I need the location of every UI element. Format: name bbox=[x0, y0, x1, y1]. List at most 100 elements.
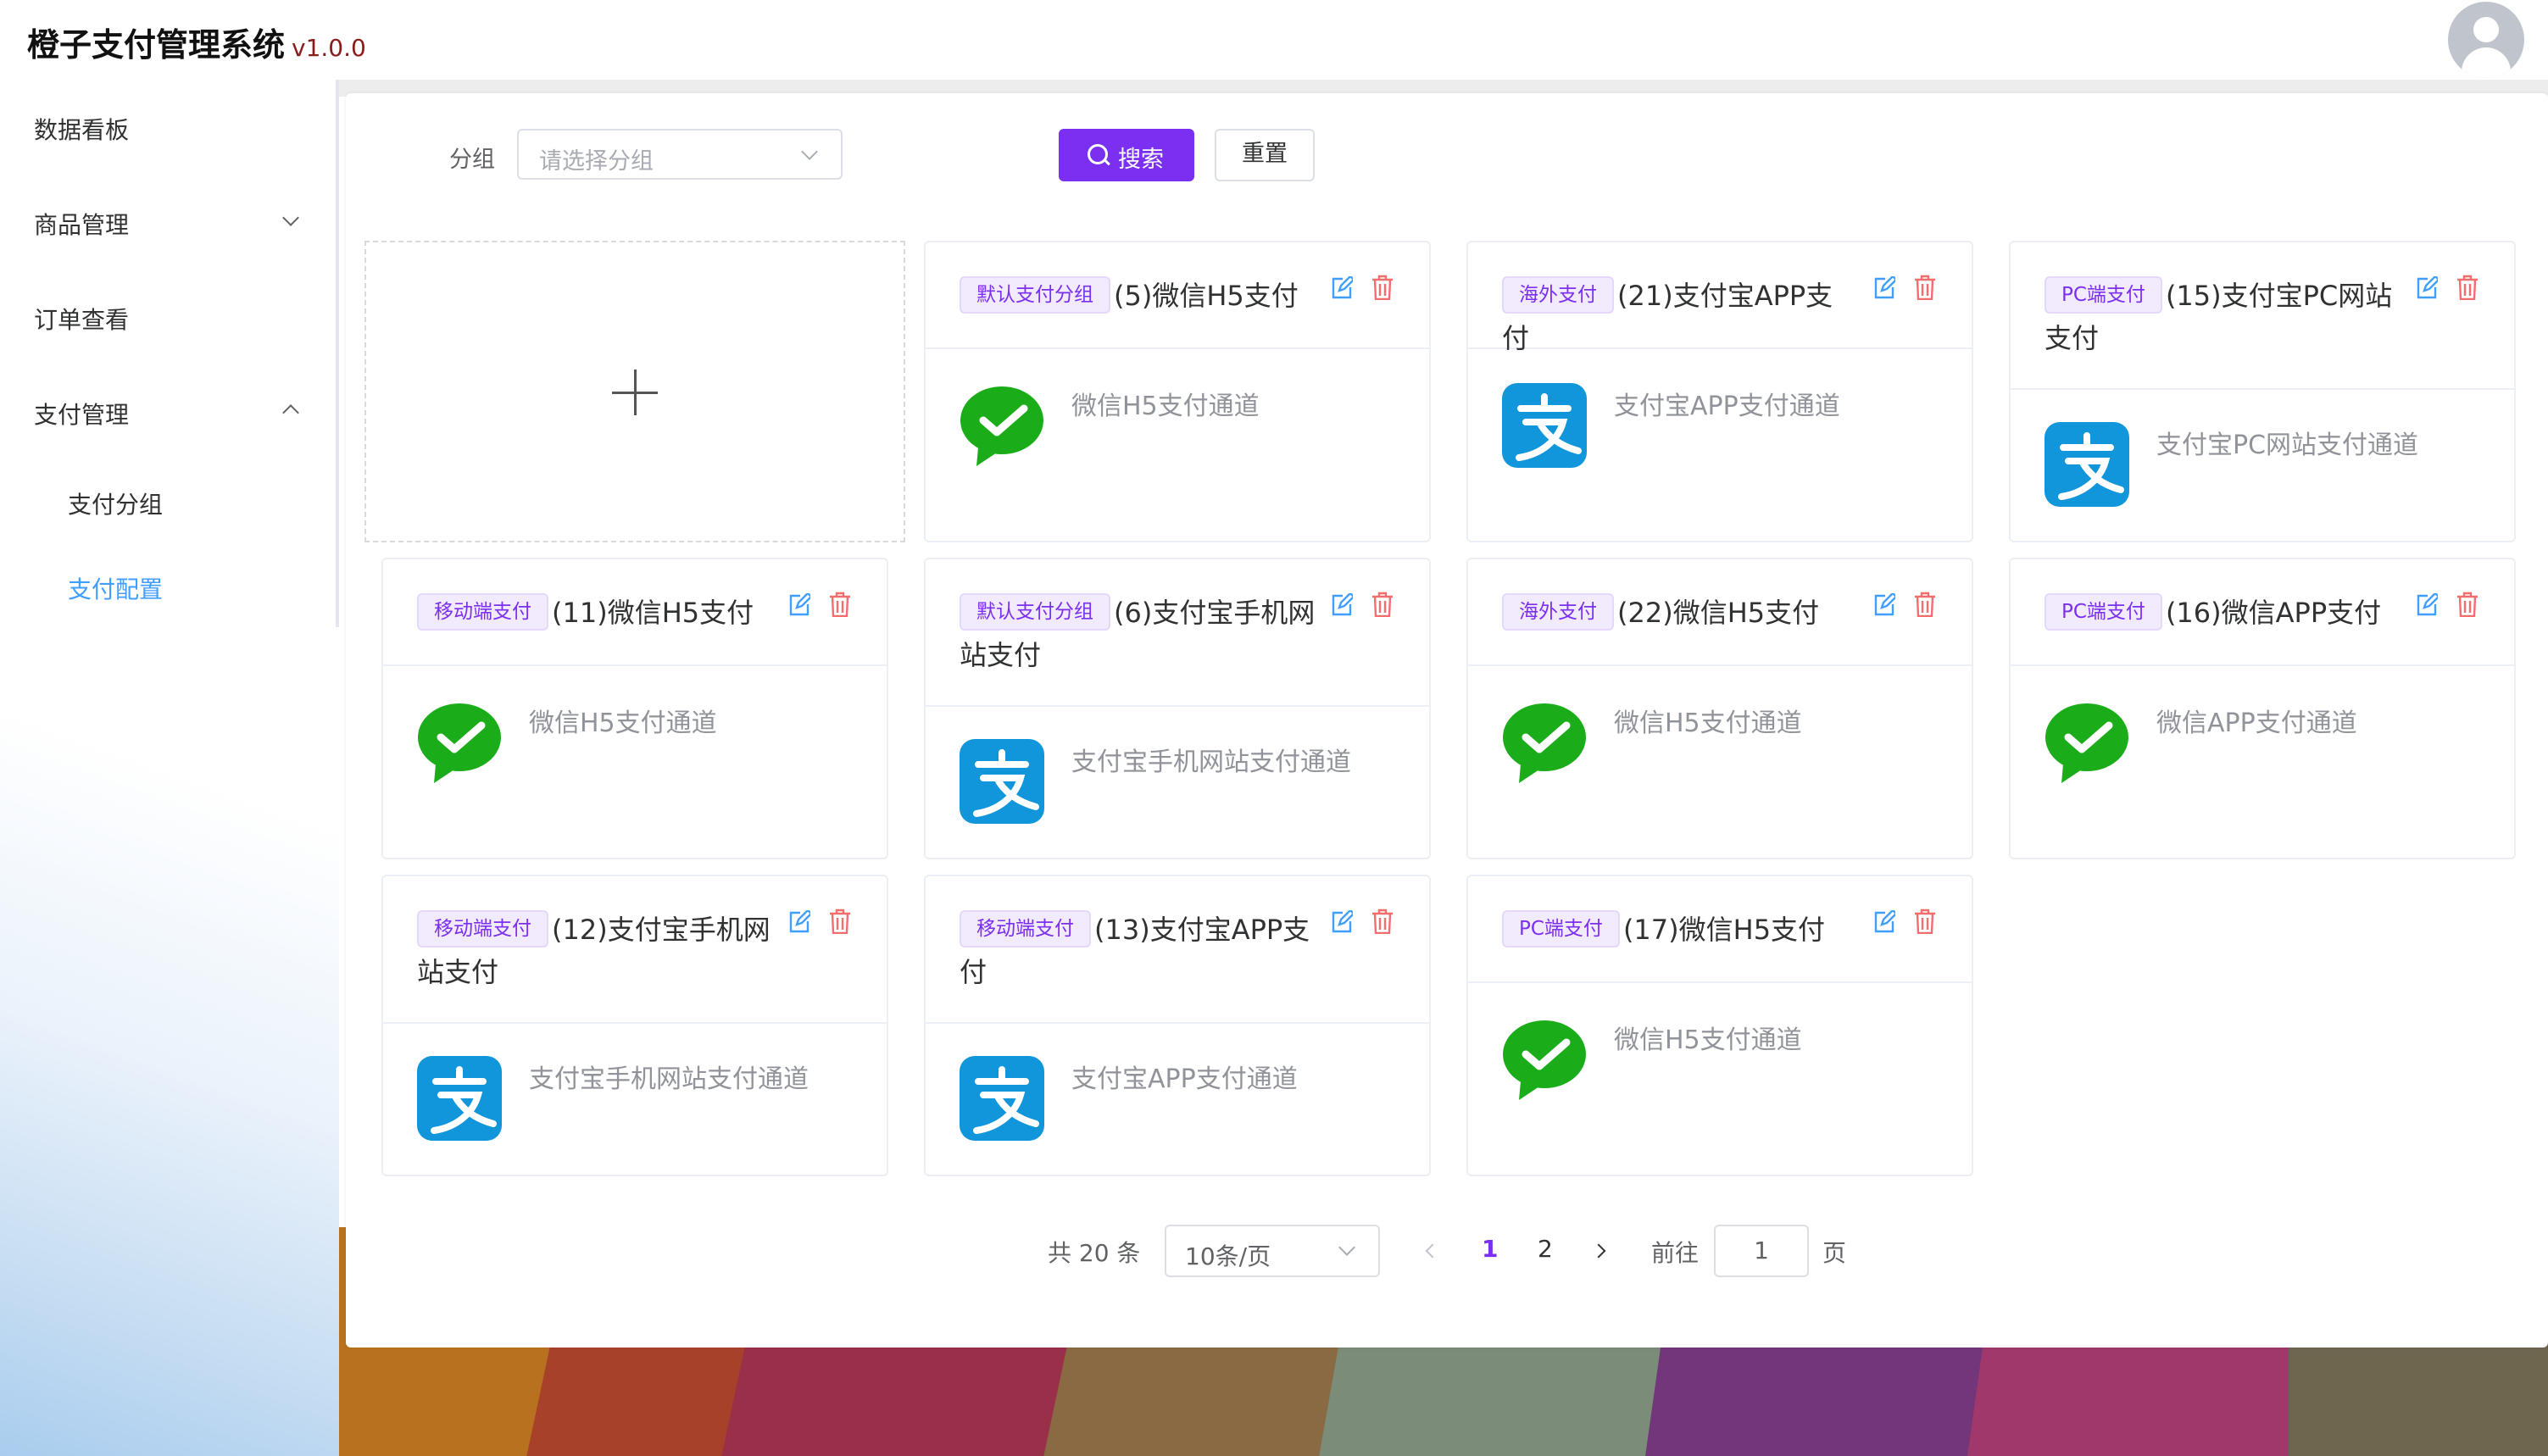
chevron-down-icon bbox=[282, 209, 299, 226]
sidebar-item-label: 商品管理 bbox=[34, 211, 130, 239]
card-title: 移动端支付 (13)支付宝APP支付 bbox=[960, 909, 1316, 993]
reset-button[interactable]: 重置 bbox=[1215, 129, 1315, 181]
delete-icon[interactable] bbox=[1371, 592, 1394, 617]
alipay-logo-icon bbox=[1502, 383, 1587, 468]
group-tag: 移动端支付 bbox=[417, 593, 548, 631]
group-filter-label: 分组 bbox=[449, 147, 495, 173]
edit-icon[interactable] bbox=[1873, 910, 1895, 934]
delete-icon[interactable] bbox=[1914, 592, 1936, 617]
sidebar-item-products[interactable]: 商品管理 bbox=[34, 207, 129, 241]
delete-icon[interactable] bbox=[1371, 909, 1394, 934]
payment-config-card: 海外支付 (21)支付宝APP支付 支付宝APP支付通道 bbox=[1466, 241, 1973, 542]
wechat-logo-icon bbox=[2045, 703, 2128, 783]
channel-name: 微信APP支付通道 bbox=[2156, 709, 2357, 738]
channel-name: 支付宝APP支付通道 bbox=[1071, 1064, 1298, 1094]
payment-config-card: 默认支付分组 (6)支付宝手机网站支付 支付宝手机网站支付通道 bbox=[924, 558, 1431, 859]
wechat-logo-icon bbox=[960, 386, 1043, 466]
channel-name: 支付宝APP支付通道 bbox=[1614, 392, 1840, 421]
payment-config-card: 海外支付 (22)微信H5支付 微信H5支付通道 bbox=[1466, 558, 1973, 859]
channel-name: 微信H5支付通道 bbox=[1071, 392, 1260, 421]
card-title-text: (22)微信H5支付 bbox=[1617, 597, 1820, 629]
app-title: 橙子支付管理系统 v1.0.0 bbox=[27, 19, 366, 65]
delete-icon[interactable] bbox=[2456, 275, 2478, 300]
delete-icon[interactable] bbox=[2456, 592, 2478, 617]
edit-icon[interactable] bbox=[2416, 276, 2438, 300]
sidebar: 数据看板 商品管理 订单查看 支付管理 支付分组 支付配置 bbox=[0, 80, 339, 1456]
sidebar-item-payment[interactable]: 支付管理 bbox=[34, 397, 129, 431]
card-title: PC端支付 (15)支付宝PC网站支付 bbox=[2045, 275, 2401, 359]
sidebar-scrollbar[interactable] bbox=[336, 80, 339, 627]
page-size-select[interactable]: 10条/页 bbox=[1165, 1225, 1380, 1277]
channel-name: 微信H5支付通道 bbox=[529, 709, 717, 738]
card-title: 海外支付 (21)支付宝APP支付 bbox=[1502, 275, 1858, 359]
card-title-text: (11)微信H5支付 bbox=[552, 597, 754, 629]
group-tag: 海外支付 bbox=[1502, 276, 1614, 314]
chevron-down-icon bbox=[801, 143, 818, 160]
next-page-icon[interactable] bbox=[1591, 1243, 1606, 1259]
group-tag: 默认支付分组 bbox=[960, 593, 1110, 631]
edit-icon[interactable] bbox=[788, 593, 810, 617]
prev-page-icon[interactable] bbox=[1425, 1243, 1440, 1259]
add-payment-config-card[interactable] bbox=[364, 241, 905, 542]
app-header: 橙子支付管理系统 v1.0.0 bbox=[0, 0, 2548, 80]
group-select-placeholder: 请选择分组 bbox=[539, 148, 654, 175]
payment-config-card: 默认支付分组 (5)微信H5支付 微信H5支付通道 bbox=[924, 241, 1431, 542]
edit-icon[interactable] bbox=[1331, 593, 1353, 617]
wechat-logo-icon bbox=[1503, 703, 1586, 783]
alipay-logo-icon bbox=[960, 739, 1044, 824]
channel-name: 支付宝手机网站支付通道 bbox=[1071, 747, 1351, 777]
user-avatar-icon[interactable] bbox=[2448, 2, 2524, 78]
search-button[interactable]: 搜索 bbox=[1059, 129, 1194, 181]
payment-config-card: PC端支付 (17)微信H5支付 微信H5支付通道 bbox=[1466, 875, 1973, 1176]
edit-icon[interactable] bbox=[2416, 593, 2438, 617]
alipay-logo-icon bbox=[960, 1056, 1044, 1141]
delete-icon[interactable] bbox=[829, 909, 851, 934]
pagination-total: 共 20 条 bbox=[1048, 1239, 1141, 1267]
edit-icon[interactable] bbox=[1331, 910, 1353, 934]
alipay-logo-icon bbox=[2045, 422, 2129, 507]
group-tag: PC端支付 bbox=[2045, 593, 2162, 631]
edit-icon[interactable] bbox=[788, 910, 810, 934]
delete-icon[interactable] bbox=[1914, 275, 1936, 300]
edit-icon[interactable] bbox=[1873, 276, 1895, 300]
sidebar-item-payment-group[interactable]: 支付分组 bbox=[68, 486, 163, 520]
card-title: 海外支付 (22)微信H5支付 bbox=[1502, 592, 1858, 634]
card-title: 移动端支付 (11)微信H5支付 bbox=[417, 592, 773, 634]
group-tag: 海外支付 bbox=[1502, 593, 1614, 631]
goto-page-input[interactable]: 1 bbox=[1714, 1225, 1809, 1277]
page-number-1[interactable]: 1 bbox=[1482, 1235, 1498, 1263]
chevron-up-icon bbox=[282, 404, 299, 421]
page-suffix-label: 页 bbox=[1822, 1239, 1847, 1267]
delete-icon[interactable] bbox=[1371, 275, 1394, 300]
sidebar-item-label: 订单查看 bbox=[34, 306, 130, 334]
main-panel: 分组 请选择分组 搜索 重置 默认支付分组 (5)微信H5支付 微信H5支付通道 … bbox=[346, 93, 2548, 1348]
group-tag: 移动端支付 bbox=[417, 910, 548, 948]
search-icon bbox=[1088, 144, 1108, 164]
payment-config-card: 移动端支付 (13)支付宝APP支付 支付宝APP支付通道 bbox=[924, 875, 1431, 1176]
card-title-text: (16)微信APP支付 bbox=[2165, 597, 2382, 629]
channel-name: 支付宝手机网站支付通道 bbox=[529, 1064, 809, 1094]
card-title-text: (17)微信H5支付 bbox=[1622, 914, 1826, 946]
sidebar-item-label: 数据看板 bbox=[34, 116, 130, 144]
sidebar-item-orders[interactable]: 订单查看 bbox=[34, 302, 129, 336]
card-title: 默认支付分组 (5)微信H5支付 bbox=[960, 275, 1316, 317]
channel-name: 微信H5支付通道 bbox=[1614, 709, 1802, 738]
payment-config-card: PC端支付 (15)支付宝PC网站支付 支付宝PC网站支付通道 bbox=[2009, 241, 2516, 542]
card-title-text: (5)微信H5支付 bbox=[1114, 280, 1299, 312]
sidebar-item-label: 支付分组 bbox=[68, 491, 164, 519]
payment-config-card: 移动端支付 (11)微信H5支付 微信H5支付通道 bbox=[381, 558, 888, 859]
sidebar-item-dashboard[interactable]: 数据看板 bbox=[34, 112, 129, 146]
page-size-value: 10条/页 bbox=[1185, 1242, 1271, 1270]
payment-config-card: 移动端支付 (12)支付宝手机网站支付 支付宝手机网站支付通道 bbox=[381, 875, 888, 1176]
app-version: v1.0.0 bbox=[292, 34, 366, 62]
wechat-logo-icon bbox=[1503, 1020, 1586, 1100]
page-number-2[interactable]: 2 bbox=[1538, 1235, 1553, 1263]
delete-icon[interactable] bbox=[829, 592, 851, 617]
group-select[interactable]: 请选择分组 bbox=[517, 129, 843, 180]
card-title: 移动端支付 (12)支付宝手机网站支付 bbox=[417, 909, 773, 993]
sidebar-item-payment-config[interactable]: 支付配置 bbox=[68, 571, 163, 605]
chevron-down-icon bbox=[1338, 1239, 1355, 1256]
delete-icon[interactable] bbox=[1914, 909, 1936, 934]
edit-icon[interactable] bbox=[1873, 593, 1895, 617]
edit-icon[interactable] bbox=[1331, 276, 1353, 300]
